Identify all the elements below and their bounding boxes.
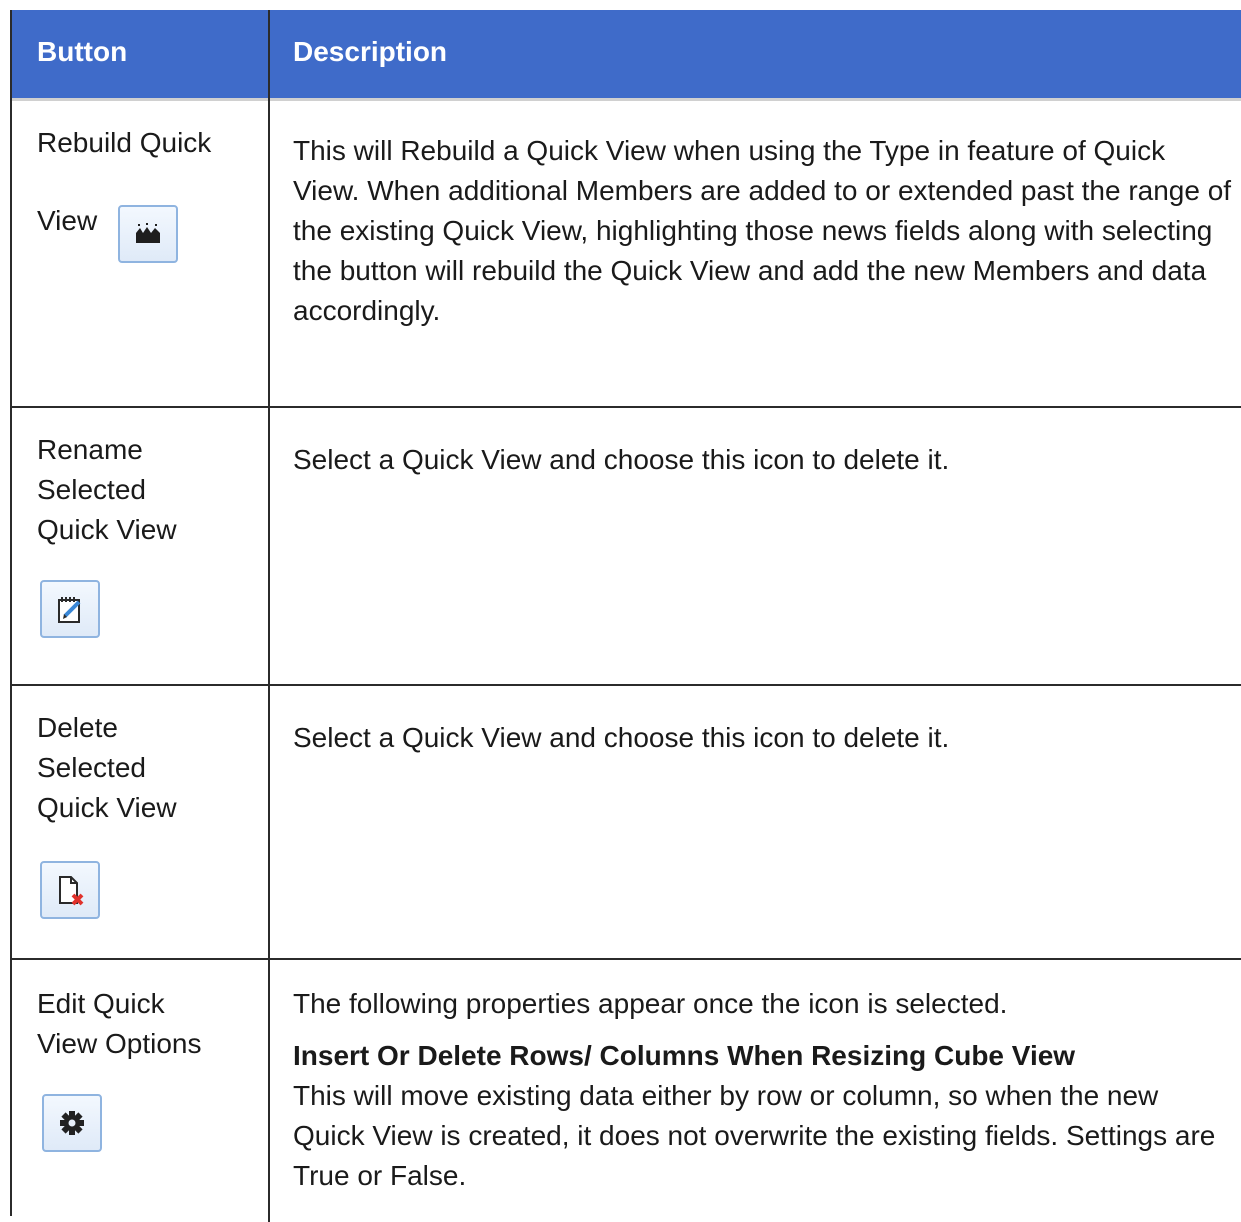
description-rebuild: This will Rebuild a Quick View when usin…	[293, 135, 1232, 326]
rebuild-icon	[136, 223, 160, 243]
column-divider	[268, 960, 270, 1222]
rename-icon	[58, 597, 81, 623]
table-row-rebuild: Rebuild Quick View This will Rebuild a Q…	[12, 98, 1241, 408]
table-row-rename: Rename Selected Quick View Select a Quic…	[12, 408, 1241, 686]
table-header: Button Description	[12, 10, 1241, 101]
header-divider	[268, 10, 270, 101]
column-divider	[268, 408, 270, 686]
button-description-table: Button Description Rebuild Quick View Th…	[10, 10, 1241, 1222]
gear-icon	[60, 1111, 84, 1135]
header-description: Description	[293, 36, 448, 67]
table-row-options: Edit Quick View Options The following pr…	[12, 960, 1241, 1222]
column-divider	[268, 686, 270, 960]
delete-document-icon	[59, 876, 84, 906]
description-delete: Select a Quick View and choose this icon…	[293, 722, 950, 753]
header-button: Button	[37, 36, 128, 67]
edit-quick-view-options-button[interactable]	[42, 1094, 102, 1152]
property-block: Insert Or Delete Rows/ Columns When Resi…	[293, 1036, 1233, 1196]
description-options: The following properties appear once the…	[293, 984, 1233, 1196]
table-row-delete: Delete Selected Quick View Select a Quic…	[12, 686, 1241, 960]
button-name-delete: Delete Selected Quick View	[37, 712, 177, 823]
column-divider	[268, 98, 270, 408]
rebuild-quick-view-button[interactable]	[118, 205, 178, 263]
rename-quick-view-button[interactable]	[40, 580, 100, 638]
button-name-rename: Rename Selected Quick View	[37, 434, 177, 545]
description-rename: Select a Quick View and choose this icon…	[293, 444, 950, 475]
property-title: Insert Or Delete Rows/ Columns When Resi…	[293, 1040, 1076, 1071]
button-name-options: Edit Quick View Options	[37, 988, 202, 1059]
property-text: This will move existing data either by r…	[293, 1080, 1216, 1191]
delete-quick-view-button[interactable]	[40, 861, 100, 919]
